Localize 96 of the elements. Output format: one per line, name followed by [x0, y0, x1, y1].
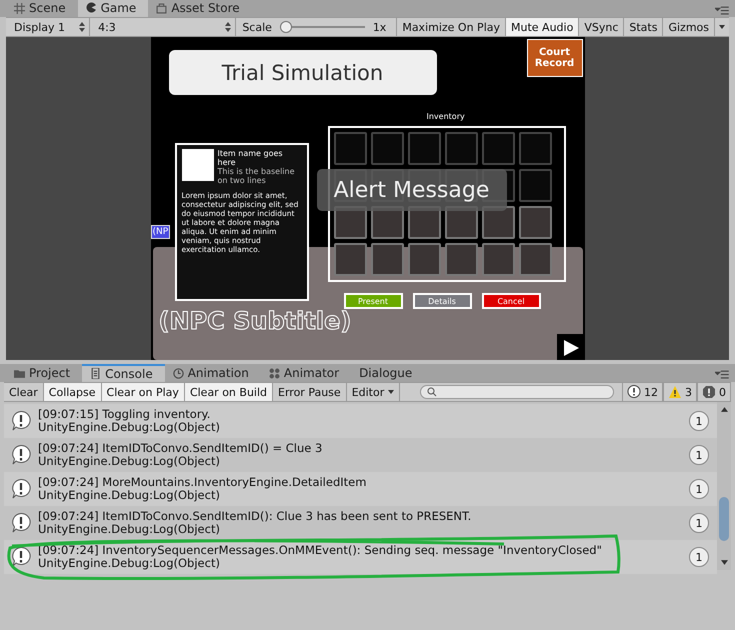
inventory-slot[interactable]: [518, 243, 552, 276]
action-button[interactable]: Cancel: [482, 293, 540, 309]
log-trace: UnityEngine.Debug:Log(Object): [38, 421, 221, 434]
editor-tab[interactable]: Game: [78, 0, 148, 17]
log-message: [09:07:24] ItemIDToConvo.SendItemID() = Clue 3: [38, 442, 324, 455]
alert-toast: Alert Message: [316, 169, 506, 211]
log-entry[interactable]: [09:07:15] Toggling inventory. UnityEngine.Debug:Log(Object) 1: [4, 404, 717, 438]
log-message: [09:07:15] Toggling inventory.: [38, 408, 212, 421]
inventory-slot[interactable]: [518, 206, 552, 239]
log-count: 1: [689, 513, 709, 533]
menu-icon[interactable]: [715, 6, 729, 15]
log-message: [09:07:24] MoreMountains.InventoryEngine.DetailedItem: [38, 476, 368, 489]
inventory-slot[interactable]: [518, 132, 552, 165]
inventory-slot[interactable]: [334, 243, 366, 276]
log-count: 1: [689, 479, 709, 499]
item-baseline: This is the baseline on two lines: [218, 167, 296, 185]
court-record-badge[interactable]: Court Record: [526, 39, 582, 77]
console-toggle[interactable]: Clear on Play: [102, 383, 185, 401]
info-bubble-icon: [627, 385, 641, 399]
log-count-toggle[interactable]: 3: [663, 383, 697, 401]
log-count: 1: [689, 547, 709, 567]
log-count-toggle[interactable]: 12: [622, 383, 663, 401]
item-image-placeholder: [182, 149, 214, 181]
play-icon[interactable]: [556, 334, 582, 360]
info-bubble-icon: [10, 478, 32, 500]
info-bubble-icon: [10, 410, 32, 432]
inventory-slot[interactable]: [482, 132, 514, 165]
log-trace: UnityEngine.Debug:Log(Object): [38, 523, 221, 536]
toolbar-toggle[interactable]: Gizmos: [663, 18, 715, 36]
caret-icon: [719, 25, 725, 29]
panel-tab[interactable]: Animator: [260, 365, 352, 382]
log-entry[interactable]: [09:07:24] InventorySequencerMessages.OnMMEvent(): Sending seq. message "InventoryClosed" UnityEngine.Debug:Log(Object) 1: [4, 540, 717, 574]
log-trace: UnityEngine.Debug:Log(Object): [38, 557, 220, 570]
toolbar-toggle[interactable]: VSync: [579, 18, 624, 36]
search-field[interactable]: [420, 385, 614, 399]
inventory-label: Inventory: [426, 112, 465, 121]
info-bubble-icon: [10, 512, 32, 534]
panel-tab[interactable]: Console: [82, 364, 165, 382]
inventory-slot[interactable]: [370, 132, 404, 165]
toolbar-toggle[interactable]: Mute Audio: [506, 18, 580, 36]
editor-dropdown[interactable]: Editor: [346, 383, 400, 401]
scroll-down-icon[interactable]: [720, 560, 728, 565]
clock-icon: [172, 368, 184, 378]
bag-icon: [156, 2, 168, 14]
log-count: 1: [689, 445, 709, 465]
panel-tab[interactable]: Animation: [164, 365, 261, 382]
document-icon: [90, 368, 102, 379]
action-button[interactable]: Details: [412, 293, 472, 309]
subtitle-text: (NPC Subtitle): [158, 307, 352, 335]
log-message: [09:07:24] InventorySequencerMessages.OnMMEvent(): Sending seq. message "InventoryClosed": [38, 544, 603, 557]
editor-tab[interactable]: Scene: [6, 0, 78, 17]
log-count: 1: [689, 411, 709, 431]
menu-icon[interactable]: [715, 370, 729, 379]
console-toggle[interactable]: Collapse: [44, 383, 102, 401]
inventory-slot[interactable]: [482, 243, 514, 276]
search-icon: [427, 387, 438, 397]
inventory-slot[interactable]: [444, 132, 478, 165]
scroll-up-icon[interactable]: [720, 407, 728, 412]
info-bubble-icon: [10, 444, 32, 466]
editor-tab[interactable]: Asset Store: [148, 0, 252, 17]
inventory-slot[interactable]: [518, 169, 552, 202]
error-icon: [702, 385, 716, 399]
updown-icon: [225, 22, 232, 32]
panel-tab[interactable]: Project: [6, 365, 82, 382]
display-dropdown[interactable]: Display 1: [6, 18, 90, 36]
inventory-slot[interactable]: [444, 243, 478, 276]
title-banner: Trial Simulation: [168, 50, 436, 95]
item-name: Item name goes here: [218, 149, 284, 167]
log-entry[interactable]: [09:07:24] MoreMountains.InventoryEngine.DetailedItem UnityEngine.Debug:Log(Object) 1: [4, 472, 717, 506]
scale-slider[interactable]: [280, 21, 365, 33]
panel-tab[interactable]: Dialogue: [351, 365, 424, 382]
inventory-slot[interactable]: [408, 132, 440, 165]
name-tag: (NP: [150, 225, 170, 239]
warning-icon: [668, 385, 682, 399]
scroll-thumb[interactable]: [719, 497, 729, 541]
updown-icon: [79, 22, 86, 32]
info-bubble-icon: [10, 546, 32, 568]
scale-label: Scale: [242, 20, 272, 34]
inventory-slot[interactable]: [408, 243, 440, 276]
inventory-slot[interactable]: [370, 243, 404, 276]
nodes-icon: [268, 368, 280, 378]
folder-icon: [14, 368, 25, 378]
console-toggle[interactable]: Clear on Build: [184, 383, 274, 401]
grid-icon: [14, 2, 25, 14]
console-toggle[interactable]: Error Pause: [273, 383, 347, 401]
caret-icon: [388, 390, 394, 394]
aspect-dropdown[interactable]: 4:3: [90, 18, 236, 36]
inventory-slot[interactable]: [334, 132, 366, 165]
log-trace: UnityEngine.Debug:Log(Object): [38, 455, 221, 468]
scale-value: 1x: [372, 20, 386, 34]
log-count-toggle[interactable]: 0: [697, 383, 731, 401]
scrollbar[interactable]: [717, 402, 731, 570]
log-trace: UnityEngine.Debug:Log(Object): [38, 489, 220, 502]
log-message: [09:07:24] ItemIDToConvo.SendItemID(): Clue 3 has been sent to PRESENT.: [38, 510, 472, 523]
toolbar-toggle[interactable]: Stats: [624, 18, 664, 36]
pacman-icon: [86, 2, 97, 13]
